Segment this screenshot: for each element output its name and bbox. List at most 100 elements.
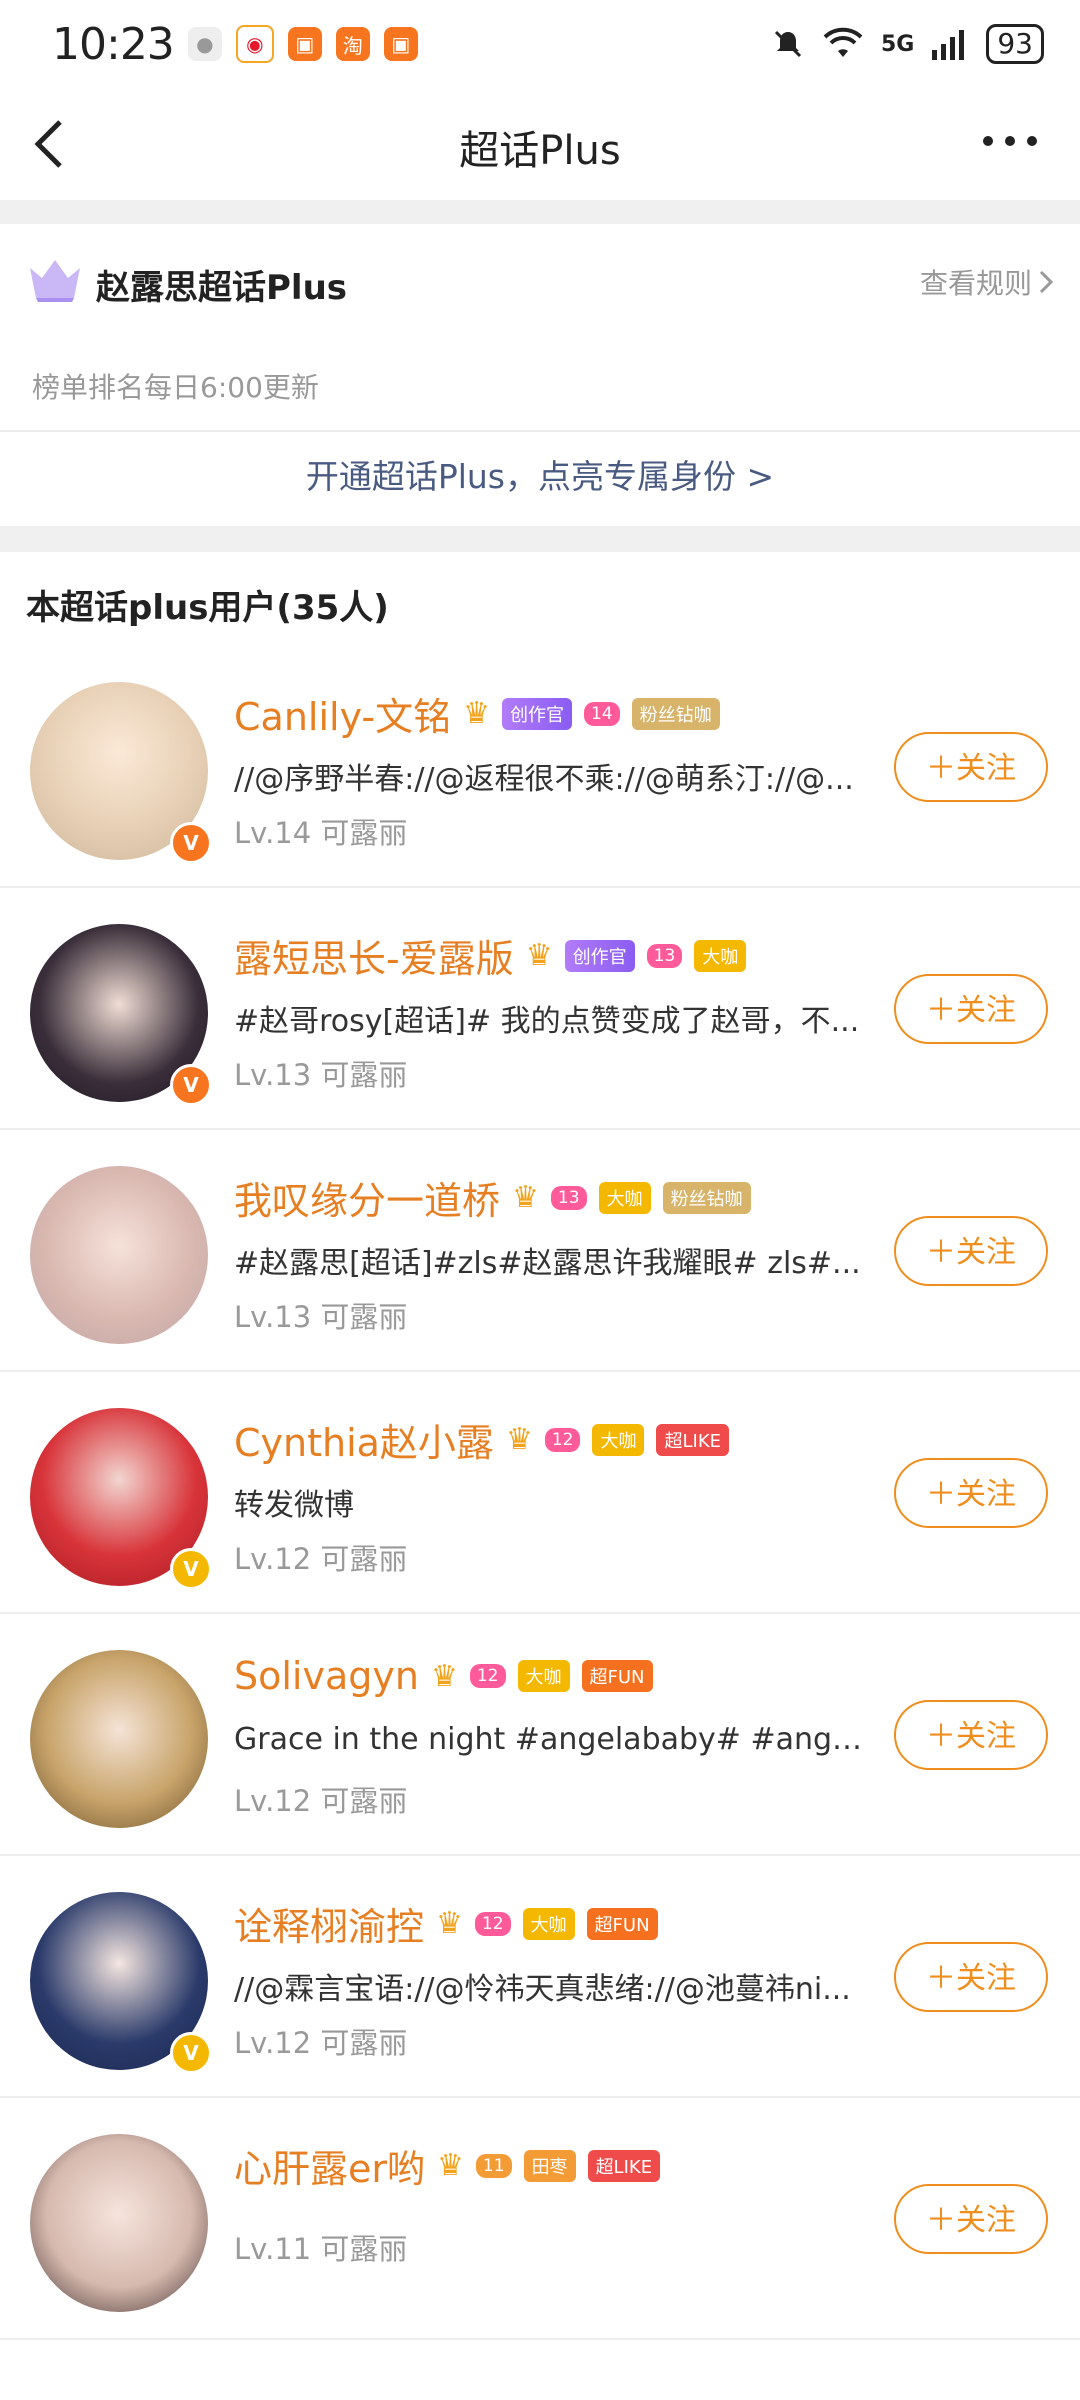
taobao-icon: ▣: [383, 27, 418, 61]
user-name: Solivagyn: [234, 1654, 419, 1698]
system-indicators: 5G 93: [771, 24, 1044, 64]
follow-button[interactable]: ＋关注: [894, 974, 1048, 1044]
superlike-tag: 超LIKE: [587, 2149, 661, 2182]
user-level-meta: Lv.12 可露丽: [234, 2026, 408, 2060]
user-level-meta: Lv.12 可露丽: [234, 1542, 408, 1576]
user-name: 诠释栩渝控: [234, 1905, 425, 1949]
user-post-snippet[interactable]: Grace in the night #angelababy# #angela.…: [234, 1722, 864, 1757]
follow-button[interactable]: ＋关注: [894, 2184, 1048, 2254]
vip-tag: 大咖: [517, 1660, 570, 1692]
user-name-row[interactable]: Solivagyn ♛ 12 大咖 超FUN: [234, 1654, 653, 1698]
vip-tag: 大咖: [598, 1181, 651, 1214]
user-name: 露短思长-爱露版: [234, 937, 514, 981]
section-title: 本超话plus用户(35人): [26, 588, 389, 628]
list-item[interactable]: V 诠释栩渝控 ♛ 12 大咖 超FUN //@霖言宝语://@怜祎天真悲绪:/…: [0, 1856, 1080, 2098]
section-gap: [0, 200, 1080, 224]
user-post-snippet[interactable]: #赵哥rosy[超话]# 我的点赞变成了赵哥，不...: [234, 996, 864, 1040]
more-icon[interactable]: [980, 126, 1040, 156]
level-badge: 13: [550, 1185, 587, 1210]
avatar[interactable]: [30, 1650, 208, 1828]
list-item[interactable]: V Cynthia赵小露 ♛ 12 大咖 超LIKE 转发微博 Lv.12 可露…: [0, 1372, 1080, 1614]
vip-tag: 大咖: [522, 1907, 575, 1940]
follow-button[interactable]: ＋关注: [894, 1942, 1048, 2012]
view-rules-link[interactable]: 查看规则: [920, 262, 1054, 302]
user-post-snippet[interactable]: 转发微博: [234, 1480, 864, 1524]
follow-button[interactable]: ＋关注: [894, 1216, 1048, 1286]
fans-tag: 粉丝钻咖: [662, 1181, 751, 1214]
follow-button[interactable]: ＋关注: [894, 732, 1048, 802]
level-badge: 12: [544, 1427, 581, 1452]
section-gap: [0, 526, 1080, 552]
user-level-meta: Lv.13 可露丽: [234, 1300, 408, 1334]
user-name-row[interactable]: 我叹缘分一道桥 ♛ 13 大咖 粉丝钻咖: [234, 1170, 751, 1225]
nav-bar: 超话Plus: [0, 88, 1080, 200]
crown-badge-icon: ♛: [525, 938, 553, 973]
list-item[interactable]: V 露短思长-爱露版 ♛ 创作官 13 大咖 #赵哥rosy[超话]# 我的点赞…: [0, 888, 1080, 1130]
weibo-icon: ◉: [235, 25, 274, 63]
user-name-row[interactable]: Cynthia赵小露 ♛ 12 大咖 超LIKE: [234, 1412, 729, 1467]
superlike-tag: 超LIKE: [656, 1423, 729, 1456]
user-level-meta: Lv.14 可露丽: [234, 816, 408, 850]
plus-header: 赵露思超话Plus 查看规则: [0, 224, 1080, 344]
user-post-snippet[interactable]: //@序野半春://@返程很不乘://@萌系汀://@...: [234, 754, 864, 798]
rules-label: 查看规则: [919, 267, 1032, 300]
list-item[interactable]: V Canlily-文铭 ♛ 创作官 14 粉丝钻咖 //@序野半春://@返程…: [0, 646, 1080, 888]
rank-update-note: 榜单排名每日6:00更新: [32, 371, 319, 404]
user-name-row[interactable]: 心肝露er哟 ♛ 11 田枣 超LIKE: [234, 2138, 661, 2193]
level-badge: 12: [474, 1911, 511, 1936]
list-item[interactable]: 我叹缘分一道桥 ♛ 13 大咖 粉丝钻咖 #赵露思[超话]#zls#赵露思许我耀…: [0, 1130, 1080, 1372]
crown-badge-icon: ♛: [505, 1422, 533, 1457]
user-name-row[interactable]: Canlily-文铭 ♛ 创作官 14 粉丝钻咖: [234, 686, 720, 741]
superfun-tag: 超FUN: [586, 1907, 658, 1940]
verified-badge-icon: V: [170, 1548, 212, 1590]
level-badge: 13: [646, 943, 683, 968]
chevron-right-icon: [1039, 270, 1054, 294]
open-plus-link[interactable]: 开通超话Plus，点亮专属身份 >: [0, 432, 1080, 522]
user-name-row[interactable]: 露短思长-爱露版 ♛ 创作官 13 大咖: [234, 928, 747, 983]
crown-badge-icon: ♛: [463, 696, 491, 731]
battery-indicator: 93: [986, 24, 1044, 64]
follow-button[interactable]: ＋关注: [894, 1458, 1048, 1528]
creator-tag: 创作官: [564, 939, 635, 972]
user-level-meta: Lv.11 可露丽: [234, 2232, 408, 2266]
level-badge: 11: [475, 2153, 512, 2178]
vip-tag: 大咖: [694, 939, 747, 972]
creator-tag: 创作官: [502, 697, 573, 730]
wifi-icon: [823, 27, 863, 57]
crown-badge-icon: ♛: [436, 1906, 463, 1941]
notification-icons: ● ◉ ▣ 淘 ▣: [187, 25, 418, 63]
user-name: 心肝露er哟: [234, 2147, 426, 2191]
list-item[interactable]: 心肝露er哟 ♛ 11 田枣 超LIKE Lv.11 可露丽 ＋关注: [0, 2098, 1080, 2340]
user-name: Cynthia赵小露: [234, 1421, 494, 1465]
avatar[interactable]: [30, 1166, 208, 1344]
avatar[interactable]: [30, 2134, 208, 2312]
user-post-snippet[interactable]: #赵露思[超话]#zls#赵露思许我耀眼# zls#...: [234, 1238, 864, 1282]
crown-icon: [30, 260, 80, 302]
network-type: 5G: [880, 31, 915, 57]
taobao-icon: ▣: [287, 27, 322, 61]
level-badge: 12: [469, 1664, 506, 1688]
page-title: 超话Plus: [459, 128, 621, 174]
signal-icon: [932, 30, 965, 60]
verified-badge-icon: V: [170, 2032, 212, 2074]
user-level-meta: Lv.13 可露丽: [234, 1058, 408, 1092]
crown-badge-icon: ♛: [430, 1658, 458, 1694]
clock: 10:23: [52, 18, 175, 70]
fans-tag: 粉丝钻咖: [631, 697, 720, 730]
user-name-row[interactable]: 诠释栩渝控 ♛ 12 大咖 超FUN: [234, 1896, 658, 1951]
list-item[interactable]: Solivagyn ♛ 12 大咖 超FUN Grace in the nigh…: [0, 1614, 1080, 1856]
user-post-snippet[interactable]: //@霖言宝语://@怜祎天真悲绪://@池蔓祎ni...: [234, 1964, 864, 2008]
user-name: 我叹缘分一道桥: [234, 1179, 501, 1223]
superfun-tag: 超FUN: [581, 1660, 653, 1692]
follow-button[interactable]: ＋关注: [894, 1700, 1048, 1770]
crown-badge-icon: ♛: [512, 1180, 539, 1215]
user-name: Canlily-文铭: [234, 695, 452, 739]
vip-tag: 大咖: [592, 1423, 645, 1456]
status-bar: 10:23 ● ◉ ▣ 淘 ▣ 5G 93: [0, 0, 1080, 88]
taobao-icon: 淘: [335, 27, 370, 61]
plus-title: 赵露思超话Plus: [96, 268, 348, 308]
app-notification-icon: ●: [187, 27, 222, 61]
user-level-meta: Lv.12 可露丽: [234, 1784, 408, 1818]
crown-badge-icon: ♛: [437, 2148, 464, 2183]
level-badge: 14: [584, 701, 620, 726]
